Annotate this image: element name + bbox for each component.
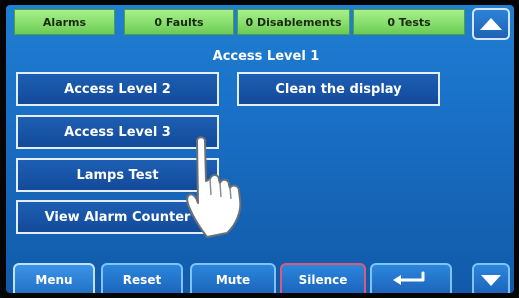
triangle-up-icon bbox=[480, 18, 502, 30]
silence-button[interactable]: Silence bbox=[280, 263, 366, 293]
lamps-test-button[interactable]: Lamps Test bbox=[16, 158, 219, 192]
return-button[interactable] bbox=[370, 263, 452, 293]
mute-button[interactable]: Mute bbox=[190, 263, 276, 293]
tests-label: 0 Tests bbox=[387, 15, 431, 29]
scroll-up-button[interactable] bbox=[472, 8, 510, 40]
disablements-tab[interactable]: 0 Disablements bbox=[237, 9, 350, 35]
reset-button[interactable]: Reset bbox=[101, 263, 183, 293]
faults-label: 0 Faults bbox=[154, 15, 204, 29]
tests-tab[interactable]: 0 Tests bbox=[353, 9, 465, 35]
access-level-2-button[interactable]: Access Level 2 bbox=[16, 72, 219, 106]
menu-tab-label: Menu bbox=[35, 273, 73, 287]
scroll-down-button[interactable] bbox=[472, 263, 510, 293]
silence-label: Silence bbox=[298, 273, 348, 287]
alarms-label: Alarms bbox=[42, 15, 87, 29]
clean-display-button[interactable]: Clean the display bbox=[237, 72, 440, 106]
return-arrow-icon bbox=[393, 271, 425, 285]
panel-device: Alarms 0 Faults 0 Disablements 0 Tests A… bbox=[0, 0, 519, 298]
reset-label: Reset bbox=[122, 273, 162, 287]
lamps-test-label: Lamps Test bbox=[76, 167, 159, 183]
mute-label: Mute bbox=[215, 273, 251, 287]
faults-tab[interactable]: 0 Faults bbox=[124, 9, 234, 35]
alarms-tab[interactable]: Alarms bbox=[14, 9, 115, 35]
access-level-2-label: Access Level 2 bbox=[64, 81, 171, 97]
clean-display-label: Clean the display bbox=[275, 81, 402, 97]
menu-tab[interactable]: Menu bbox=[13, 263, 95, 293]
access-level-3-button[interactable]: Access Level 3 bbox=[16, 115, 219, 149]
view-alarm-counter-button[interactable]: View Alarm Counter bbox=[16, 200, 219, 234]
view-alarm-counter-label: View Alarm Counter bbox=[44, 209, 191, 225]
triangle-down-icon bbox=[481, 275, 501, 286]
touch-screen: Alarms 0 Faults 0 Disablements 0 Tests A… bbox=[6, 5, 514, 293]
access-level-3-label: Access Level 3 bbox=[64, 124, 171, 140]
page-title: Access Level 1 bbox=[212, 49, 320, 64]
disablements-label: 0 Disablements bbox=[245, 15, 342, 29]
